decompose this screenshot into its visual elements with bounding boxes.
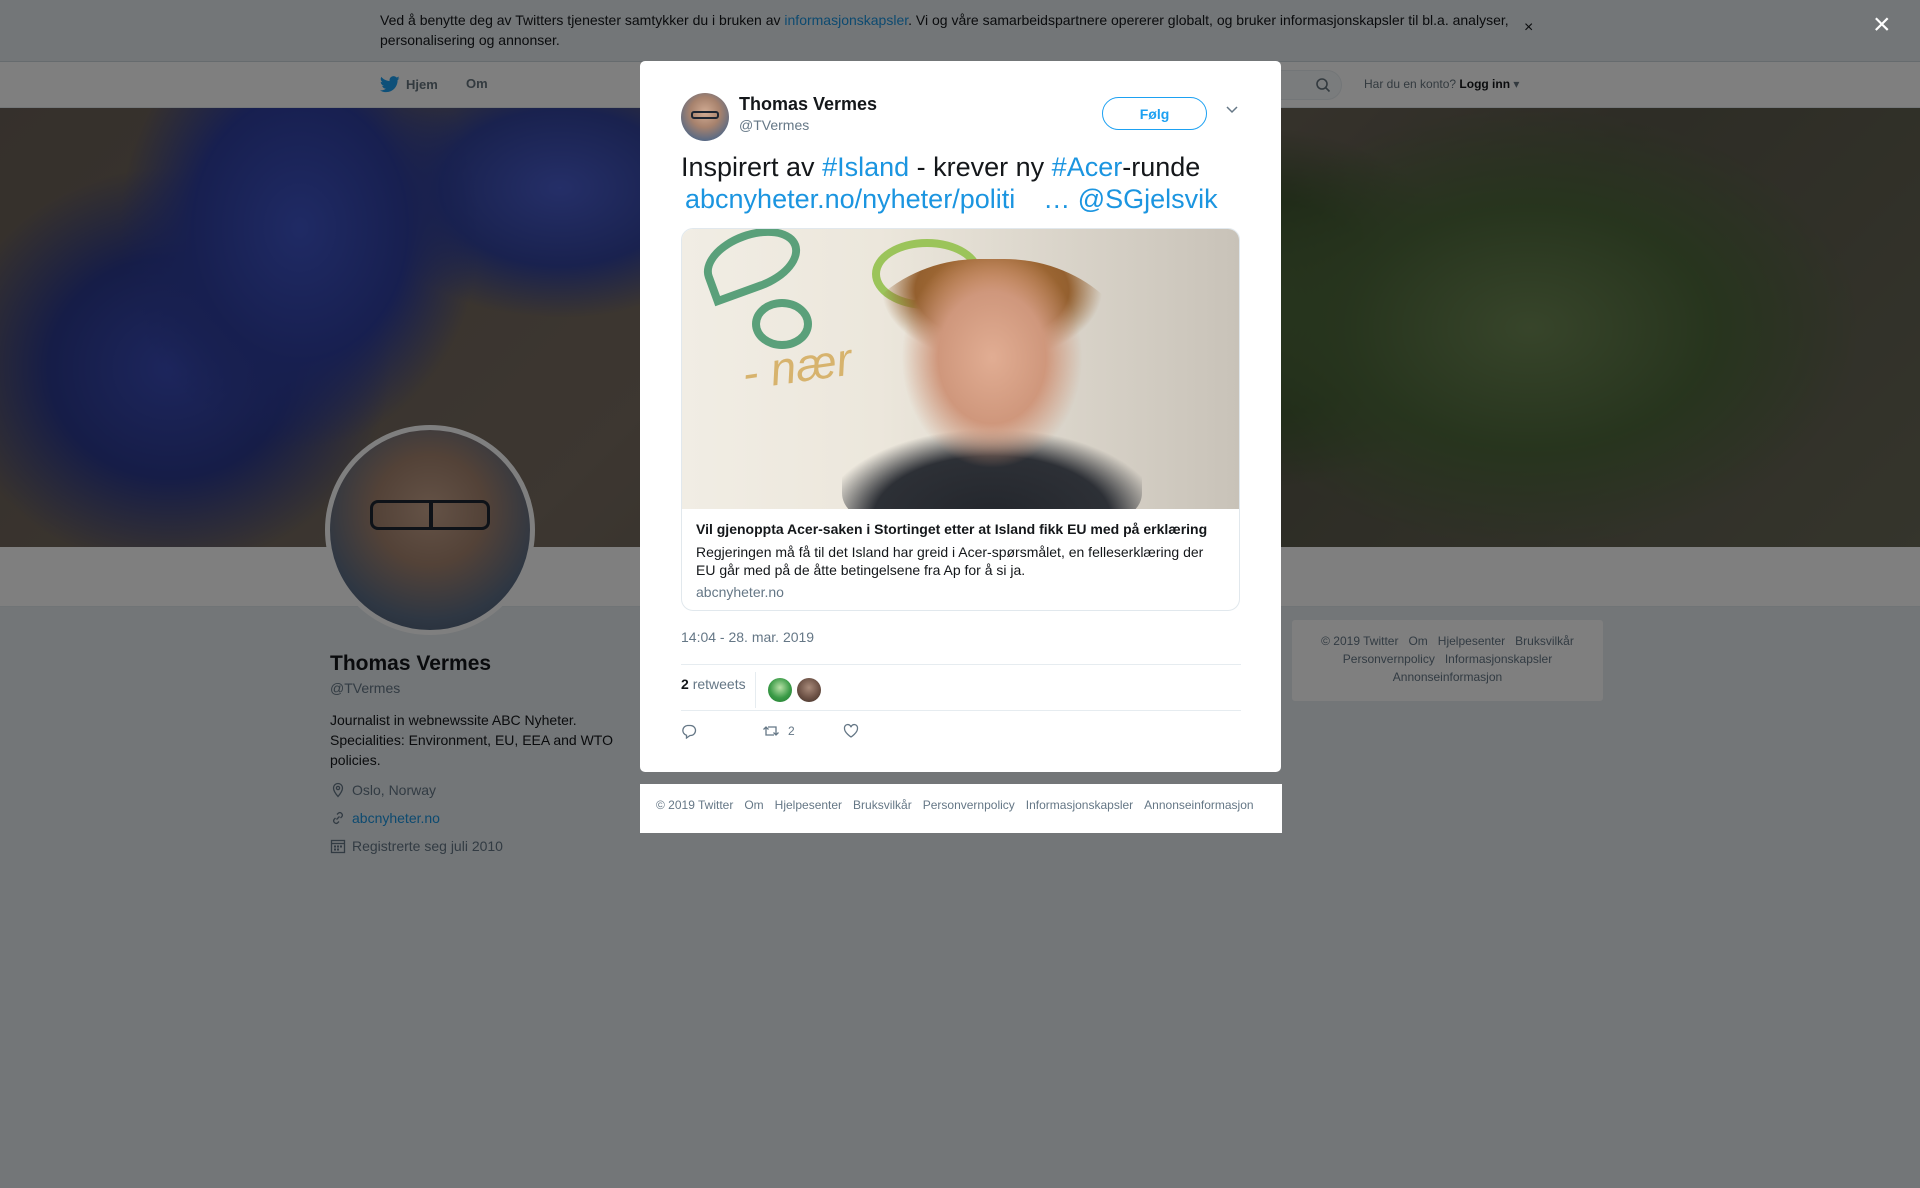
follow-button[interactable]: Følg bbox=[1102, 97, 1207, 130]
retweet-button[interactable]: 2 bbox=[762, 723, 795, 739]
retweet-action-count: 2 bbox=[788, 724, 795, 738]
link-preview-card[interactable]: - nær Vil gjenoppta Acer-saken i Stortin… bbox=[681, 228, 1240, 611]
card-image: - nær bbox=[682, 229, 1239, 509]
retweet-stats[interactable]: 2 retweets bbox=[681, 676, 746, 692]
tweet-timestamp[interactable]: 14:04 - 28. mar. 2019 bbox=[681, 629, 814, 645]
footer-link-terms[interactable]: Bruksvilkår bbox=[853, 798, 912, 812]
tweet-text-part: -runde bbox=[1122, 152, 1201, 182]
modal-footer: © 2019 Twitter Om Hjelpesenter Bruksvilkår P… bbox=[640, 784, 1282, 833]
tweet-author-name[interactable]: Thomas Vermes bbox=[739, 94, 877, 115]
tweet-text-part: - krever ny bbox=[909, 152, 1052, 182]
card-image-person bbox=[842, 259, 1142, 509]
retweeter-avatar[interactable] bbox=[797, 678, 821, 702]
chevron-down-icon[interactable] bbox=[1225, 105, 1239, 115]
card-title: Vil gjenoppta Acer-saken i Stortinget et… bbox=[696, 521, 1208, 537]
retweet-count: 2 bbox=[681, 676, 689, 692]
tweet-text: Inspirert av #Island - krever ny #Acer-r… bbox=[681, 151, 1251, 215]
divider bbox=[681, 664, 1241, 665]
logo-leaf-shape bbox=[694, 229, 810, 307]
footer-link-cookies[interactable]: Informasjonskapsler bbox=[1026, 798, 1133, 812]
tweet-modal: Thomas Vermes @TVermes Følg Inspirert av… bbox=[640, 61, 1281, 772]
mention-link[interactable]: @SGjelsvik bbox=[1078, 184, 1218, 214]
tweet-text-part: Inspirert av bbox=[681, 152, 823, 182]
card-image-logo-text: - nær bbox=[738, 332, 855, 400]
footer-copyright: © 2019 Twitter bbox=[656, 798, 734, 812]
reply-icon bbox=[682, 724, 697, 739]
divider bbox=[755, 672, 756, 708]
retweet-icon bbox=[763, 726, 779, 736]
divider bbox=[681, 710, 1241, 711]
heart-icon bbox=[843, 723, 859, 738]
reply-button[interactable] bbox=[681, 723, 697, 739]
card-description: Regjeringen må få til det Island har gre… bbox=[696, 544, 1204, 578]
tweet-url-ellipsis: … bbox=[1043, 184, 1071, 214]
footer-link-about[interactable]: Om bbox=[744, 798, 763, 812]
tweet-author-handle[interactable]: @TVermes bbox=[739, 117, 809, 133]
tweet-url-link[interactable]: abcnyheter.no/nyheter/politi bbox=[685, 184, 1015, 214]
close-icon[interactable]: × bbox=[1873, 10, 1891, 40]
footer-link-ads[interactable]: Annonseinformasjon bbox=[1144, 798, 1253, 812]
tweet-author-avatar[interactable] bbox=[681, 93, 729, 141]
hashtag-link[interactable]: #Acer bbox=[1052, 152, 1123, 182]
card-domain: abcnyheter.no bbox=[696, 584, 784, 600]
avatar-glasses-shape bbox=[691, 111, 719, 119]
hashtag-link[interactable]: #Island bbox=[822, 152, 909, 182]
like-button[interactable] bbox=[843, 723, 859, 739]
footer-link-help[interactable]: Hjelpesenter bbox=[775, 798, 842, 812]
footer-link-privacy[interactable]: Personvernpolicy bbox=[923, 798, 1015, 812]
retweet-label: retweets bbox=[692, 676, 746, 692]
retweeter-avatar[interactable] bbox=[768, 678, 792, 702]
